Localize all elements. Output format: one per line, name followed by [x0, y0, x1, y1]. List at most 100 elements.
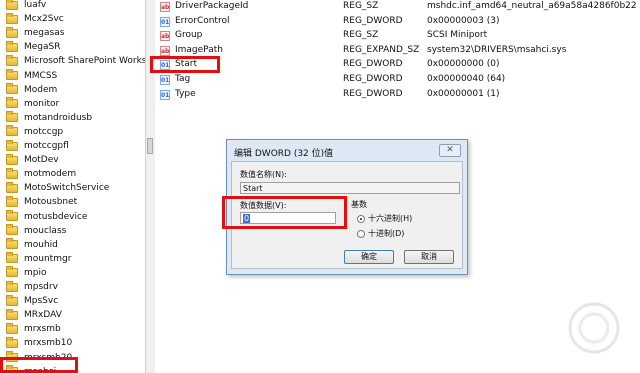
- value-row[interactable]: 01 Start REG_DWORD 0x00000000 (0): [155, 58, 640, 72]
- folder-icon: [6, 336, 18, 348]
- tree-item-label: Mcx2Svc: [24, 14, 64, 25]
- tree-item[interactable]: Mcx2Svc: [6, 12, 64, 26]
- tree-item-label: mrxsmb: [24, 324, 61, 335]
- tree-item[interactable]: Motousbnet: [6, 195, 77, 209]
- tree-item[interactable]: MpsSvc: [6, 294, 58, 308]
- folder-icon: [6, 252, 18, 264]
- tree-item[interactable]: MotDev: [6, 153, 59, 167]
- tree-item-label: mrxsmb10: [24, 338, 73, 349]
- value-data-highlight: [222, 196, 347, 229]
- tree-item[interactable]: MRxDAV: [6, 308, 62, 322]
- value-row[interactable]: ab DriverPackageId REG_SZ mshdc.inf_amd64_n…: [155, 0, 640, 14]
- tree-item[interactable]: mpio: [6, 266, 47, 280]
- decimal-radio-dot: [357, 229, 365, 238]
- tree-item-label: motccgp: [24, 126, 64, 137]
- folder-icon: [6, 195, 18, 207]
- folder-icon: [6, 0, 18, 10]
- value-name: Group: [175, 30, 203, 41]
- tree-item[interactable]: mpsdrv: [6, 280, 58, 294]
- value-type: REG_DWORD: [343, 15, 403, 26]
- tree-item-label: Modem: [24, 84, 58, 95]
- folder-icon: [6, 308, 18, 320]
- tree-item-label: motccgpfl: [24, 141, 69, 151]
- tree-item[interactable]: luafv: [6, 0, 46, 12]
- tree-item[interactable]: MegaSR: [6, 40, 61, 54]
- tree-item[interactable]: MMCSS: [6, 69, 57, 83]
- value-row[interactable]: ab ImagePath REG_EXPAND_SZ system32\DRIVERS…: [155, 44, 640, 58]
- cancel-button[interactable]: 取消: [404, 250, 454, 264]
- value-data: 0x00000000 (0): [427, 59, 500, 70]
- value-row[interactable]: 01 Type REG_DWORD 0x00000001 (1): [155, 88, 640, 102]
- hex-radio-dot: [357, 214, 365, 223]
- registry-key-tree: luafv Mcx2Svc megasas MegaSR Microsoft Share…: [0, 0, 145, 373]
- folder-icon: [6, 153, 18, 165]
- tree-item[interactable]: mrxsmb10: [6, 336, 72, 350]
- tree-item[interactable]: motmodem: [6, 167, 76, 181]
- value-name: ErrorControl: [175, 15, 230, 26]
- decimal-radio-label: 十进制(D): [368, 229, 405, 238]
- tree-item[interactable]: monitor: [6, 97, 59, 111]
- tree-scrollbar-thumb[interactable]: [147, 138, 153, 154]
- string-value-icon: ab: [160, 45, 170, 56]
- tree-item-label: mpsdrv: [24, 282, 58, 292]
- value-row[interactable]: ab Group REG_SZ SCSI Miniport: [155, 29, 640, 43]
- value-type: REG_SZ: [343, 1, 379, 11]
- tree-item[interactable]: Microsoft SharePoint Workspa: [6, 54, 145, 68]
- value-name: ImagePath: [175, 44, 223, 55]
- tree-item[interactable]: motccgpfl: [6, 139, 69, 153]
- tree-item-label: megasas: [24, 28, 65, 39]
- tree-item-label: Microsoft SharePoint Workspa: [24, 56, 145, 67]
- folder-icon: [6, 40, 18, 52]
- folder-icon: [6, 83, 18, 95]
- tree-item[interactable]: mrxsmb: [6, 322, 61, 336]
- tree-item[interactable]: motandroidusb: [6, 111, 92, 125]
- folder-icon: [6, 97, 18, 109]
- dialog-close-button[interactable]: ✕: [439, 144, 461, 157]
- tree-item[interactable]: mouclass: [6, 224, 66, 238]
- folder-icon: [6, 167, 18, 179]
- hex-radio-label: 十六进制(H): [368, 214, 413, 223]
- tree-item-label: MMCSS: [24, 70, 58, 81]
- tree-item-label: motandroidusb: [24, 112, 93, 123]
- value-data: mshdc.inf_amd64_neutral_a69a58a4286f0b22: [427, 1, 637, 11]
- msahci-key-highlight: [0, 357, 78, 373]
- dword-value-icon: 01: [160, 16, 170, 27]
- tree-item-label: Motousbnet: [24, 197, 78, 208]
- tree-item[interactable]: motccgp: [6, 125, 63, 139]
- value-data: 0x00000003 (3): [427, 15, 500, 26]
- value-name: Type: [175, 88, 196, 99]
- decimal-radio[interactable]: 十进制(D): [357, 228, 404, 239]
- folder-icon: [6, 238, 18, 250]
- string-value-icon: ab: [160, 2, 170, 12]
- tree-item-label: mouclass: [24, 225, 67, 236]
- value-type: REG_DWORD: [343, 59, 403, 70]
- value-data: SCSI Miniport: [427, 30, 488, 41]
- folder-icon: [6, 12, 18, 24]
- folder-icon: [6, 54, 18, 66]
- dword-value-icon: 01: [160, 89, 170, 100]
- tree-item[interactable]: megasas: [6, 26, 64, 40]
- tree-item[interactable]: MotoSwitchService: [6, 181, 109, 195]
- folder-icon: [6, 210, 18, 221]
- folder-icon: [6, 69, 18, 80]
- value-row[interactable]: 01 ErrorControl REG_DWORD 0x00000003 (3): [155, 15, 640, 29]
- tree-item-label: monitor: [24, 98, 60, 109]
- dialog-title: 编辑 DWORD (32 位)值: [234, 149, 334, 159]
- tree-item[interactable]: motusbdevice: [6, 210, 87, 224]
- tree-item-label: mountmgr: [24, 253, 72, 264]
- tree-item[interactable]: Modem: [6, 83, 57, 97]
- folder-icon: [6, 322, 18, 334]
- value-type: REG_DWORD: [343, 74, 403, 84]
- tree-item[interactable]: mouhid: [6, 238, 58, 252]
- value-name-label: 数值名称(N):: [240, 170, 287, 179]
- tree-item[interactable]: mountmgr: [6, 252, 71, 266]
- value-row[interactable]: 01 Tag REG_DWORD 0x00000040 (64): [155, 73, 640, 87]
- hex-radio[interactable]: 十六进制(H): [357, 213, 412, 224]
- start-value-highlight: [150, 56, 220, 73]
- value-data: 0x00000040 (64): [427, 74, 506, 84]
- value-name-field: Start: [240, 182, 460, 194]
- folder-icon: [6, 266, 18, 278]
- folder-icon: [6, 139, 18, 151]
- value-data: 0x00000001 (1): [427, 88, 500, 99]
- ok-button[interactable]: 确定: [344, 250, 394, 264]
